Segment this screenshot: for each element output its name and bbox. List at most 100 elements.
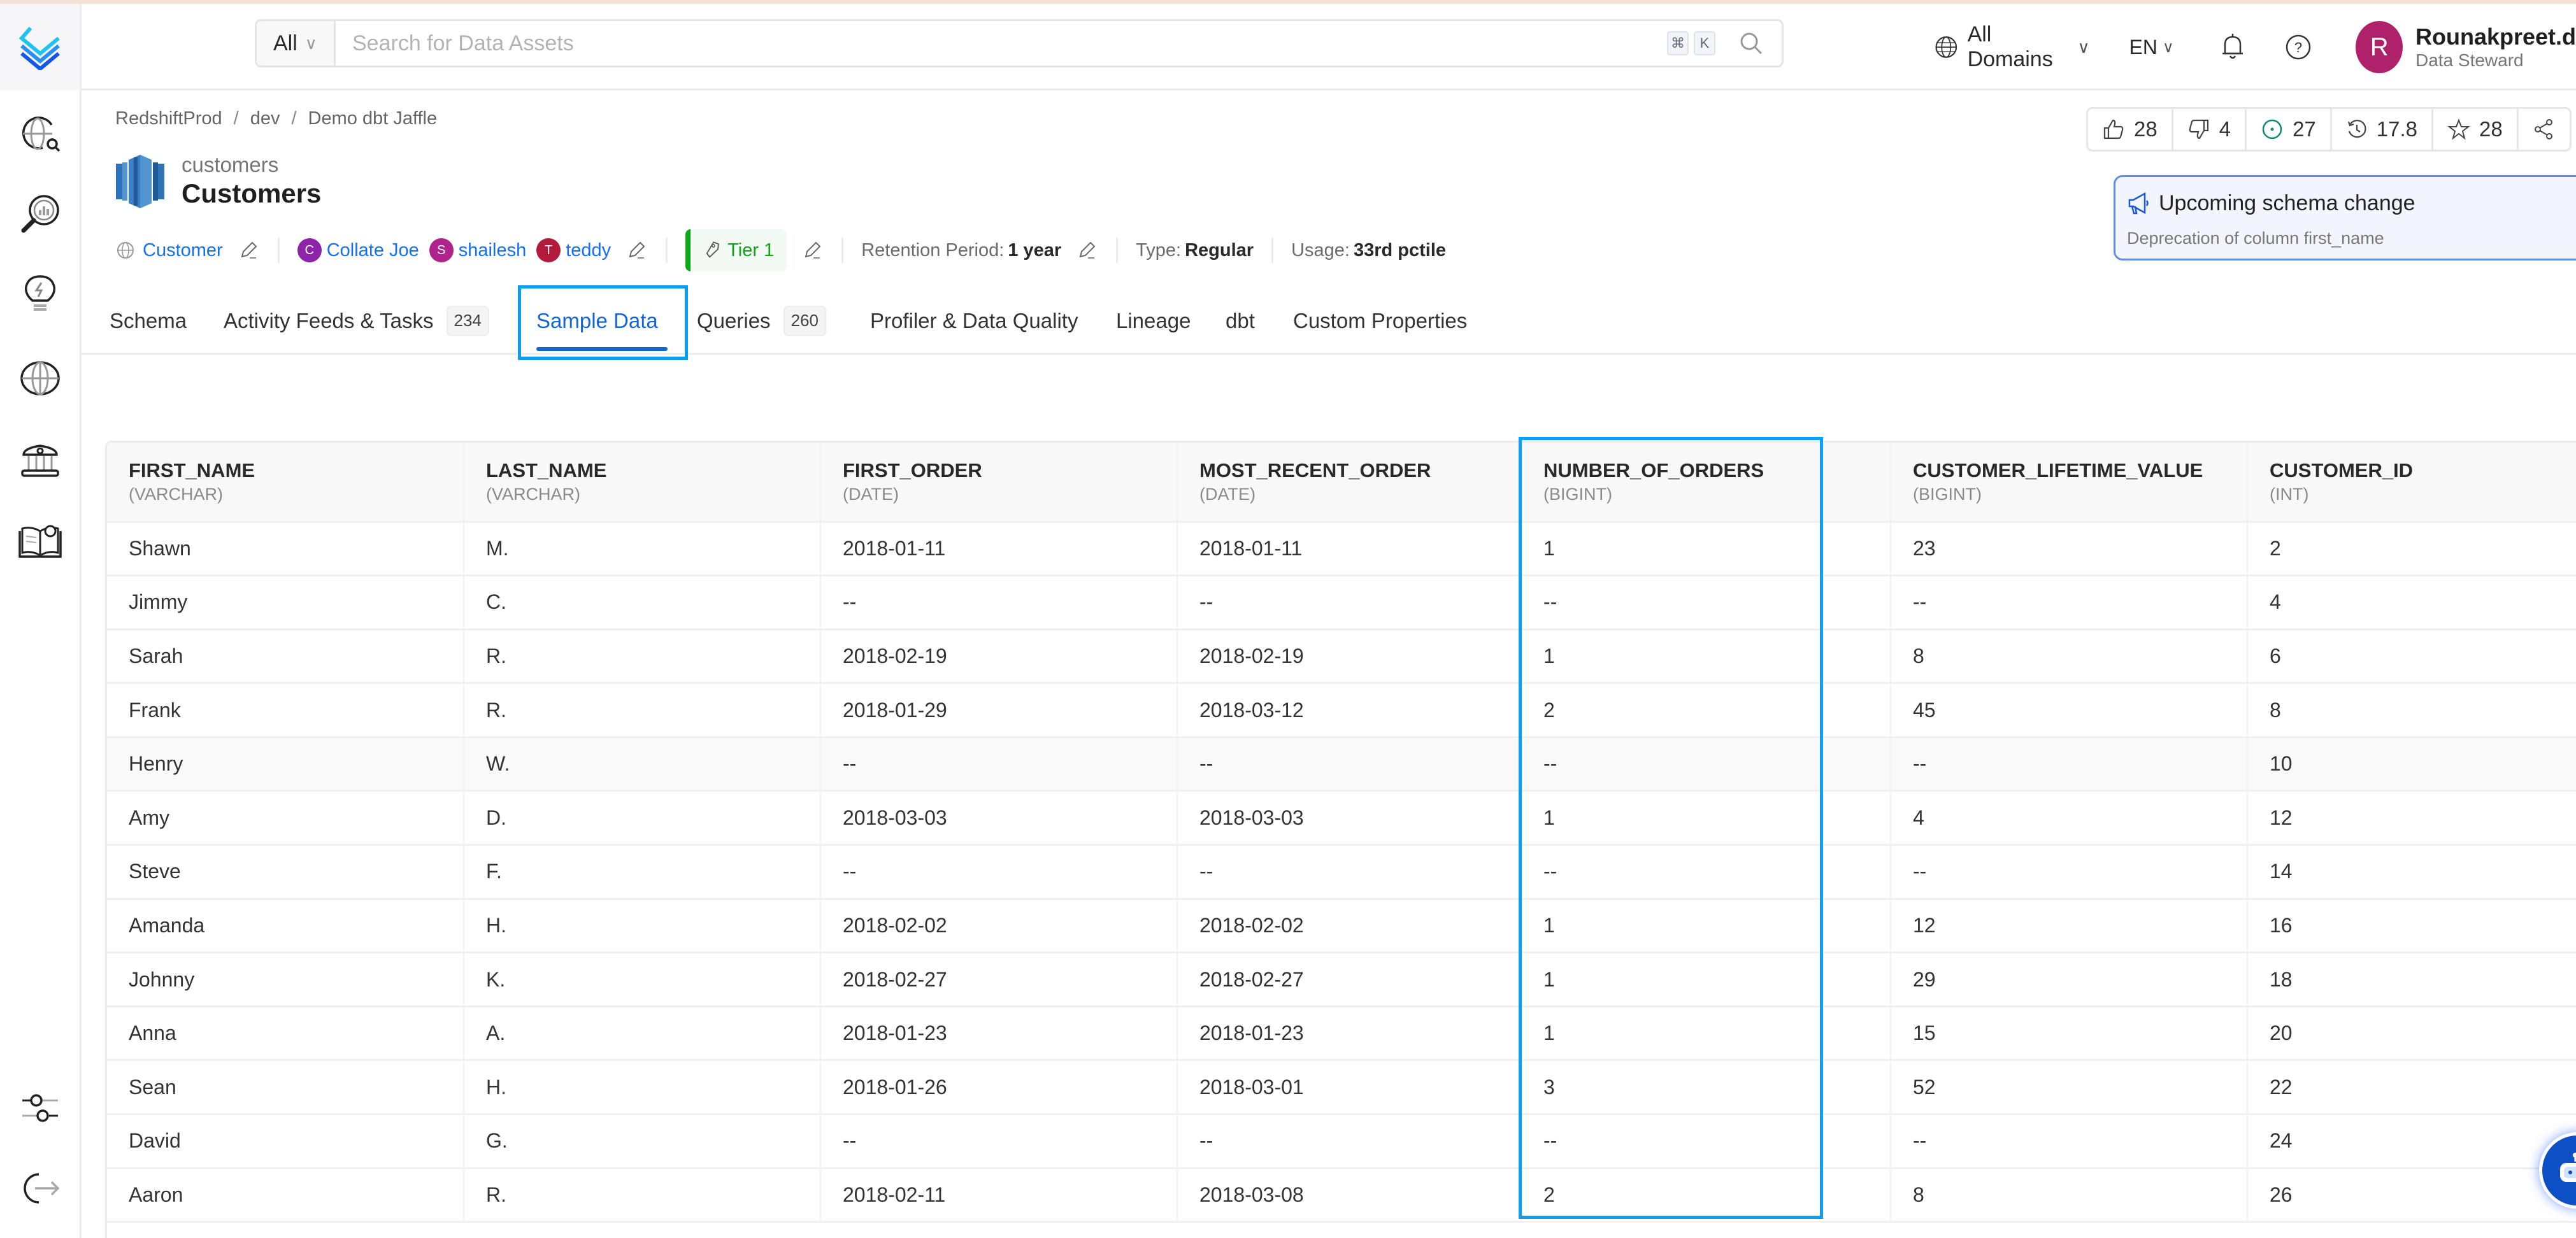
upvote-button[interactable]: 28	[2088, 109, 2173, 150]
usage-label: Usage:	[1291, 240, 1350, 261]
cell-customer-lifetime-value: 8	[1891, 1168, 2247, 1222]
announcement-card[interactable]: Upcoming schema change Deprecation of co…	[2114, 175, 2576, 260]
entity-actions-bar: 28 4 27 17.8 28	[2086, 107, 2572, 152]
table-row[interactable]: AnnaA.2018-01-232018-01-2311520	[107, 1006, 2576, 1060]
tab-queries[interactable]: Queries 260	[697, 287, 826, 355]
table-row[interactable]: DavidG.--------24	[107, 1114, 2576, 1169]
edit-owners-button[interactable]	[625, 239, 648, 262]
owner-shailesh[interactable]: S shailesh	[429, 238, 526, 262]
robot-icon	[2556, 1151, 2576, 1190]
sidebar-item-domains[interactable]	[17, 355, 63, 401]
table-row[interactable]: FrankR.2018-01-292018-03-122458	[107, 683, 2576, 737]
tab-profiler-data-quality[interactable]: Profiler & Data Quality	[870, 287, 1078, 355]
type-label: Type:	[1136, 240, 1181, 261]
search-scope-dropdown[interactable]: All ∨	[257, 21, 336, 66]
table-row[interactable]: JimmyC.--------4	[107, 576, 2576, 630]
tab-label: Lineage	[1116, 309, 1191, 333]
cell-customer-lifetime-value: 8	[1891, 629, 2247, 683]
app-logo-icon	[18, 24, 62, 70]
command-key-icon: ⌘	[1667, 31, 1689, 55]
follow-button[interactable]: 27	[2247, 109, 2332, 150]
owner-avatar: T	[536, 238, 561, 262]
sidebar-item-logout[interactable]	[17, 1165, 63, 1211]
explore-globe-search-icon	[17, 111, 63, 157]
tab-schema[interactable]: Schema	[110, 287, 187, 355]
tab-activity-feeds[interactable]: Activity Feeds & Tasks 234	[224, 287, 489, 355]
table-row[interactable]: JohnnyK.2018-02-272018-02-2712918	[107, 953, 2576, 1007]
cell-first-name: Anna	[107, 1006, 464, 1060]
pencil-icon	[238, 240, 259, 260]
entity-name: customers	[182, 153, 278, 177]
domain-link[interactable]: Customer	[116, 240, 223, 261]
notifications-button[interactable]	[2219, 31, 2247, 63]
sidebar-item-insights[interactable]	[17, 191, 63, 237]
settings-sliders-icon	[17, 1085, 63, 1131]
cell-most-recent-order: --	[1177, 1114, 1521, 1169]
breadcrumb-database[interactable]: dev	[250, 108, 280, 129]
cell-last-name: C.	[464, 576, 820, 630]
breadcrumb-schema[interactable]: Demo dbt Jaffle	[308, 108, 438, 129]
search-icon	[1738, 31, 1764, 56]
breadcrumb-service[interactable]: RedshiftProd	[115, 108, 222, 129]
table-row[interactable]: SarahR.2018-02-192018-02-19186	[107, 629, 2576, 683]
table-row[interactable]: SeanH.2018-01-262018-03-0135222	[107, 1060, 2576, 1114]
sidebar-item-glossary[interactable]	[17, 517, 63, 563]
tab-label: Queries	[697, 309, 771, 333]
help-button[interactable]: ?	[2284, 31, 2312, 63]
table-row[interactable]: AaronR.2018-02-112018-03-082826	[107, 1168, 2576, 1222]
column-header-last-name[interactable]: LAST_NAME(VARCHAR)	[464, 443, 820, 522]
tab-lineage[interactable]: Lineage	[1116, 287, 1191, 355]
edit-domain-button[interactable]	[237, 239, 260, 262]
owner-teddy[interactable]: T teddy	[536, 238, 611, 262]
cell-last-name: H.	[464, 899, 820, 953]
tab-label: Custom Properties	[1293, 309, 1467, 333]
table-row[interactable]: HenryW.--------10	[107, 737, 2576, 791]
pencil-icon	[1077, 240, 1097, 260]
language-selector[interactable]: EN ∨	[2129, 36, 2174, 59]
user-avatar[interactable]: R	[2356, 21, 2403, 73]
column-header-most-recent-order[interactable]: MOST_RECENT_ORDER(DATE)	[1177, 443, 1521, 522]
chevron-down-icon: ∨	[2163, 38, 2174, 57]
column-header-first-order[interactable]: FIRST_ORDER(DATE)	[820, 443, 1177, 522]
cell-last-name: K.	[464, 953, 820, 1007]
cell-first-order: --	[820, 845, 1177, 899]
share-button[interactable]	[2519, 109, 2570, 150]
sidebar-item-settings[interactable]	[17, 1085, 63, 1131]
column-header-number-of-orders[interactable]: NUMBER_OF_ORDERS(BIGINT)	[1521, 443, 1891, 522]
table-row[interactable]: AmandaH.2018-02-022018-02-0211216	[107, 899, 2576, 953]
downvote-button[interactable]: 4	[2173, 109, 2247, 150]
column-header-customer-id[interactable]: CUSTOMER_ID(INT)	[2247, 443, 2576, 522]
cell-most-recent-order: --	[1177, 737, 1521, 791]
edit-retention-button[interactable]	[1075, 239, 1098, 262]
table-row[interactable]: SteveF.--------14	[107, 845, 2576, 899]
sidebar-item-governance[interactable]	[17, 437, 63, 483]
star-button[interactable]: 28	[2433, 109, 2519, 150]
search-button[interactable]	[1732, 24, 1770, 62]
table-row[interactable]: ShawnM.2018-01-112018-01-111232	[107, 522, 2576, 576]
column-header-customer-lifetime-value[interactable]: CUSTOMER_LIFETIME_VALUE(BIGINT)	[1891, 443, 2247, 522]
edit-tier-button[interactable]	[801, 239, 824, 262]
cell-customer-id: 20	[2247, 1006, 2576, 1060]
cell-number-of-orders: 1	[1521, 522, 1891, 576]
tab-label: Sample Data	[536, 309, 658, 333]
app-logo[interactable]	[0, 4, 80, 90]
tier-badge[interactable]: Tier 1	[685, 229, 787, 271]
user-info[interactable]: Rounakpreet.d Data Steward	[2415, 24, 2576, 71]
cell-last-name: G.	[464, 1114, 820, 1169]
tab-custom-properties[interactable]: Custom Properties	[1293, 287, 1467, 355]
search-input[interactable]	[336, 31, 1667, 56]
table-row[interactable]: AmyD.2018-03-032018-03-031412	[107, 791, 2576, 845]
upvote-count: 28	[2134, 117, 2157, 141]
owner-collate-joe[interactable]: C Collate Joe	[297, 238, 419, 262]
tab-dbt[interactable]: dbt	[1226, 287, 1255, 355]
cell-number-of-orders: --	[1521, 737, 1891, 791]
sidebar-item-explore[interactable]	[17, 111, 63, 157]
cell-most-recent-order: 2018-02-02	[1177, 899, 1521, 953]
sidebar-item-observability[interactable]	[17, 270, 63, 316]
version-history-button[interactable]: 17.8	[2332, 109, 2433, 150]
cell-customer-lifetime-value: 45	[1891, 683, 2247, 737]
tab-sample-data[interactable]: Sample Data	[519, 287, 685, 355]
thumbs-up-icon	[2102, 118, 2125, 141]
column-header-first-name[interactable]: FIRST_NAME(VARCHAR)	[107, 443, 464, 522]
domain-selector[interactable]: All Domains ∨	[1934, 22, 2090, 72]
